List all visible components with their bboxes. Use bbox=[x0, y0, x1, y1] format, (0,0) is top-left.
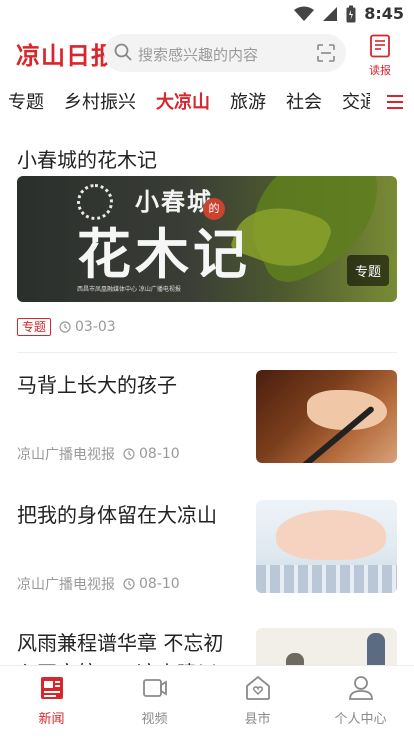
signal-icon bbox=[323, 6, 338, 21]
newspaper-icon bbox=[370, 34, 390, 58]
search-bar[interactable]: 搜索感兴趣的内容 bbox=[104, 34, 346, 72]
news-thumbnail[interactable] bbox=[256, 370, 397, 463]
read-paper-label: 读报 bbox=[369, 64, 391, 77]
home-heart-icon bbox=[245, 675, 270, 700]
nav-profile-label: 个人中心 bbox=[334, 712, 387, 727]
hand-decoration bbox=[276, 510, 386, 560]
status-bar: 8:45 bbox=[0, 0, 414, 28]
search-icon bbox=[114, 43, 132, 61]
news-title[interactable]: 把我的身体留在大凉山 bbox=[17, 500, 237, 530]
clock-icon bbox=[123, 578, 135, 590]
featured-badge: 专题 bbox=[346, 255, 389, 286]
tab-lvyou[interactable]: 旅游 bbox=[230, 88, 266, 114]
nav-news-label: 新闻 bbox=[38, 712, 65, 727]
list-item[interactable]: 马背上长大的孩子 凉山广播电视报 08-10 bbox=[0, 370, 414, 480]
bottom-nav: 新闻 视频 县市 个人中心 bbox=[0, 665, 414, 737]
status-time: 8:45 bbox=[364, 4, 404, 23]
clock-icon bbox=[123, 448, 135, 460]
news-date: 08-10 bbox=[123, 576, 180, 592]
featured-date-text: 03-03 bbox=[75, 319, 116, 335]
keyboard-decoration bbox=[256, 565, 397, 593]
featured-image[interactable]: 小春城 的 花木记 西昌市凤凰融媒体中心 凉山广播电视报 专题 bbox=[17, 176, 397, 302]
news-source: 凉山广播电视报 bbox=[17, 447, 115, 463]
nav-video[interactable]: 视频 bbox=[103, 674, 206, 727]
topic-tag: 专题 bbox=[17, 318, 52, 336]
divider bbox=[17, 352, 397, 353]
nav-news[interactable]: 新闻 bbox=[0, 674, 103, 727]
news-date-text: 08-10 bbox=[139, 576, 180, 592]
list-item[interactable]: 把我的身体留在大凉山 凉山广播电视报 08-10 bbox=[0, 500, 414, 610]
nav-video-label: 视频 bbox=[141, 712, 168, 727]
tab-jiaotong[interactable]: 交通 bbox=[342, 88, 370, 114]
read-paper-button[interactable]: 读报 bbox=[364, 34, 396, 77]
tab-shehui[interactable]: 社会 bbox=[286, 88, 322, 114]
news-thumbnail[interactable] bbox=[256, 500, 397, 593]
news-icon bbox=[40, 677, 63, 699]
tabs-track: 专题 乡村振兴 大凉山 旅游 社会 交通 bbox=[8, 88, 370, 114]
clock-icon bbox=[59, 321, 71, 333]
featured-date: 03-03 bbox=[59, 319, 116, 335]
news-date: 08-10 bbox=[123, 446, 180, 462]
featured-image-line2: 花木记 bbox=[77, 222, 251, 286]
featured-image-footer: 西昌市凤凰融媒体中心 凉山广播电视报 bbox=[77, 286, 181, 293]
news-title[interactable]: 马背上长大的孩子 bbox=[17, 370, 237, 400]
nav-profile[interactable]: 个人中心 bbox=[309, 674, 412, 727]
news-meta: 凉山广播电视报 08-10 bbox=[17, 444, 180, 464]
category-tabs: 专题 乡村振兴 大凉山 旅游 社会 交通 bbox=[0, 84, 414, 120]
app-header: 凉山日报 搜索感兴趣的内容 读报 bbox=[0, 28, 414, 80]
tab-zhuanti[interactable]: 专题 bbox=[8, 88, 44, 114]
tab-xiangcun[interactable]: 乡村振兴 bbox=[64, 88, 136, 114]
news-meta: 凉山广播电视报 08-10 bbox=[17, 574, 180, 594]
wifi-icon bbox=[294, 6, 315, 21]
video-icon bbox=[142, 679, 167, 697]
search-placeholder: 搜索感兴趣的内容 bbox=[138, 46, 259, 64]
status-icons: 8:45 bbox=[294, 4, 404, 23]
scan-icon[interactable] bbox=[316, 43, 336, 63]
featured-title[interactable]: 小春城的花木记 bbox=[17, 144, 157, 173]
menu-icon[interactable] bbox=[386, 94, 404, 110]
app-logo[interactable]: 凉山日报 bbox=[16, 36, 116, 71]
nav-county[interactable]: 县市 bbox=[206, 674, 309, 727]
news-date-text: 08-10 bbox=[139, 446, 180, 462]
news-source: 凉山广播电视报 bbox=[17, 577, 115, 593]
tab-daliangshan[interactable]: 大凉山 bbox=[156, 88, 210, 114]
user-icon bbox=[348, 676, 373, 700]
nav-county-label: 县市 bbox=[244, 712, 271, 727]
featured-meta: 专题 03-03 bbox=[17, 318, 116, 336]
battery-icon bbox=[346, 5, 356, 22]
